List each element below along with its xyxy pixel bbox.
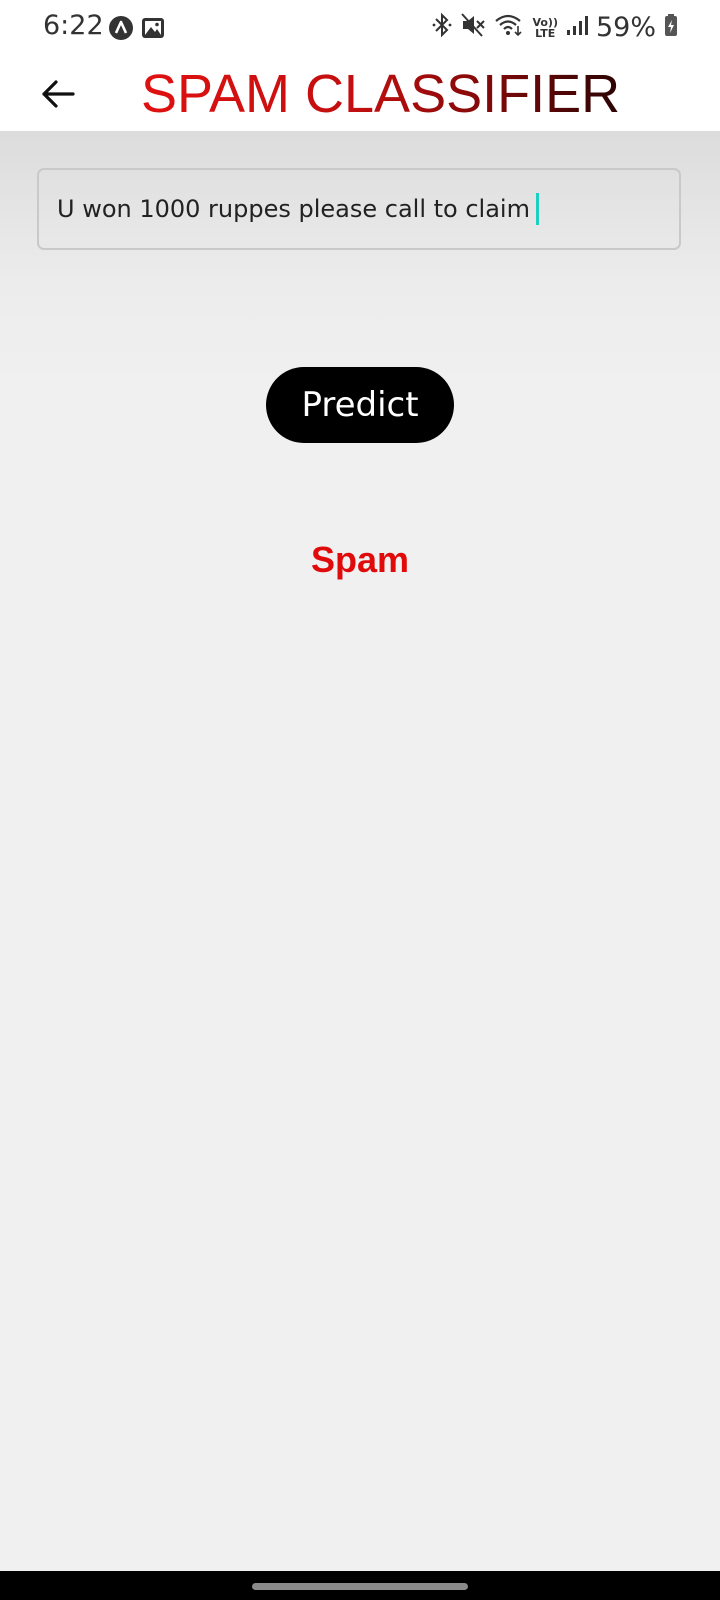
message-input-value: U won 1000 ruppes please call to claim (57, 195, 530, 223)
prediction-result: Spam (310, 539, 410, 580)
status-time: 6:22 (43, 10, 104, 41)
message-input[interactable]: U won 1000 ruppes please call to claim (37, 168, 681, 250)
predict-button[interactable]: Predict (266, 367, 454, 443)
app-notification-icon (108, 15, 134, 46)
main-content: U won 1000 ruppes please call to claim P… (0, 131, 720, 1571)
back-button[interactable] (36, 72, 80, 116)
battery-percent: 59% (595, 12, 656, 43)
signal-icon (566, 12, 588, 43)
home-gesture-handle[interactable] (252, 1583, 468, 1590)
battery-icon (664, 12, 678, 43)
volte-label-bottom: LTE (535, 26, 556, 40)
page-title: SPAM CLASSIFIER (141, 64, 621, 124)
image-icon (140, 15, 166, 46)
navigation-bar (0, 1571, 720, 1600)
volte-label-top: Vo)) (532, 15, 558, 29)
status-system-icons: Vo)) LTE 59% (432, 12, 678, 43)
status-bar: 6:22 Vo)) LTE 59% (0, 0, 720, 56)
volte-icon: Vo)) LTE (532, 17, 558, 39)
app-bar: SPAM CLASSIFIER (0, 56, 720, 131)
text-cursor (535, 193, 539, 225)
bluetooth-icon (432, 12, 452, 43)
back-arrow-icon (42, 80, 75, 108)
mute-icon (460, 12, 486, 43)
status-notification-icons (108, 15, 166, 46)
wifi-icon (494, 12, 524, 43)
